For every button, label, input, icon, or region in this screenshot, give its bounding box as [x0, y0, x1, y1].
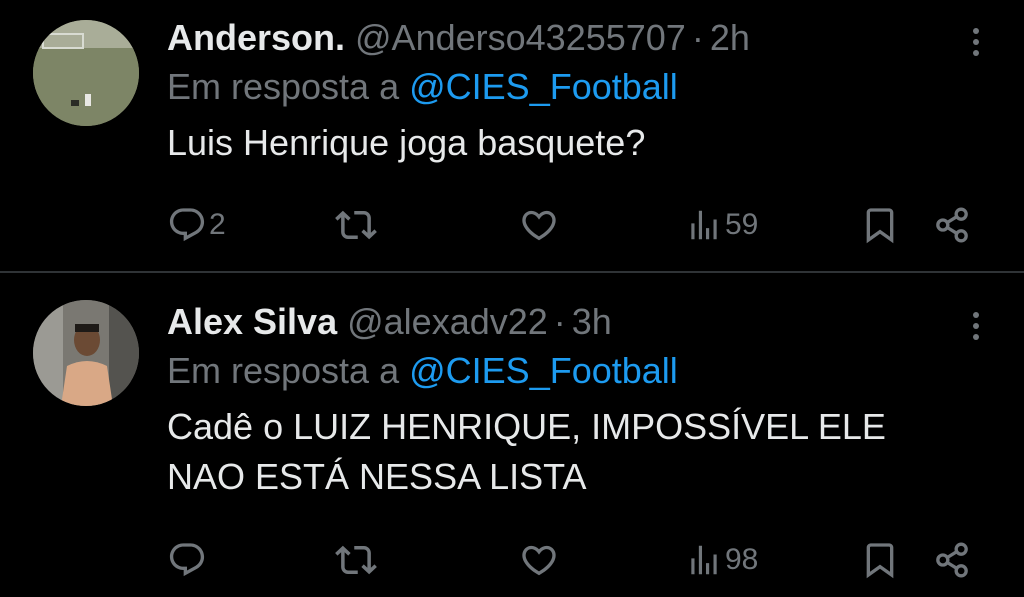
views-button[interactable]: 98 — [685, 535, 758, 585]
tweet[interactable]: Alex Silva @alexadv22 · 3h Em resposta a @C… — [0, 273, 1024, 597]
bookmark-icon — [866, 543, 894, 579]
reply-prefix: Em resposta a — [167, 350, 400, 391]
reply-feed: Anderson. @Anderso43255707 · 2h Em resposta… — [0, 0, 1024, 597]
reply-context: Em resposta a @CIES_Football — [167, 62, 994, 112]
tweet-text: Cadê o LUIZ HENRIQUE, IMPOSSÍVEL ELE NAO… — [167, 402, 994, 502]
more-options-icon[interactable] — [966, 28, 986, 60]
tweet-text-line: Luis Henrique joga basquete? — [167, 122, 646, 163]
share-button[interactable] — [932, 535, 972, 585]
tweet-header: Anderson. @Anderso43255707 · 2h — [167, 14, 994, 62]
views-icon — [691, 210, 717, 240]
display-name[interactable]: Alex Silva — [167, 301, 337, 342]
reply-mention-link[interactable]: @CIES_Football — [409, 350, 678, 391]
tweet-header: Alex Silva @alexadv22 · 3h — [167, 298, 994, 346]
view-count: 59 — [725, 208, 759, 241]
retweet-icon — [335, 210, 377, 240]
avatar[interactable] — [33, 20, 139, 126]
tweet[interactable]: Anderson. @Anderso43255707 · 2h Em resposta… — [0, 0, 1024, 271]
reply-prefix: Em resposta a — [167, 66, 400, 107]
bookmark-icon — [866, 208, 894, 244]
reply-button[interactable]: 2 — [167, 200, 226, 250]
user-handle[interactable]: @alexadv22 — [347, 301, 548, 342]
avatar-person-photo-icon — [33, 300, 139, 406]
reply-icon — [169, 543, 205, 577]
more-options-icon[interactable] — [966, 312, 986, 344]
retweet-button[interactable] — [335, 200, 379, 250]
views-icon — [691, 545, 717, 575]
tweet-body: Alex Silva @alexadv22 · 3h Em resposta a @C… — [167, 298, 994, 502]
retweet-button[interactable] — [335, 535, 379, 585]
heart-icon — [522, 210, 556, 241]
avatar[interactable] — [33, 300, 139, 406]
separator: · — [553, 301, 566, 342]
reply-context: Em resposta a @CIES_Football — [167, 346, 994, 396]
heart-icon — [522, 545, 556, 576]
like-button[interactable] — [519, 535, 561, 585]
avatar-grass-field-icon — [33, 20, 139, 126]
user-handle[interactable]: @Anderso43255707 — [355, 17, 686, 58]
display-name[interactable]: Anderson. — [167, 17, 345, 58]
tweet-text-line: NAO ESTÁ NESSA LISTA — [167, 456, 587, 497]
reply-count: 2 — [209, 208, 226, 241]
share-icon — [936, 542, 968, 578]
timestamp[interactable]: 2h — [710, 17, 750, 58]
tweet-body: Anderson. @Anderso43255707 · 2h Em resposta… — [167, 14, 994, 168]
reply-mention-link[interactable]: @CIES_Football — [409, 66, 678, 107]
action-bar: 2 59 — [167, 200, 997, 250]
tweet-text-line: Cadê o LUIZ HENRIQUE, IMPOSSÍVEL ELE — [167, 406, 886, 447]
bookmark-button[interactable] — [860, 535, 900, 585]
timestamp[interactable]: 3h — [572, 301, 612, 342]
reply-icon — [169, 208, 205, 242]
reply-button[interactable] — [167, 535, 209, 585]
action-bar: 98 — [167, 535, 997, 585]
share-icon — [936, 207, 968, 243]
retweet-icon — [335, 545, 377, 575]
tweet-text: Luis Henrique joga basquete? — [167, 118, 994, 168]
separator: · — [691, 17, 704, 58]
like-button[interactable] — [519, 200, 561, 250]
bookmark-button[interactable] — [860, 200, 900, 250]
share-button[interactable] — [932, 200, 972, 250]
view-count: 98 — [725, 543, 759, 576]
views-button[interactable]: 59 — [685, 200, 758, 250]
